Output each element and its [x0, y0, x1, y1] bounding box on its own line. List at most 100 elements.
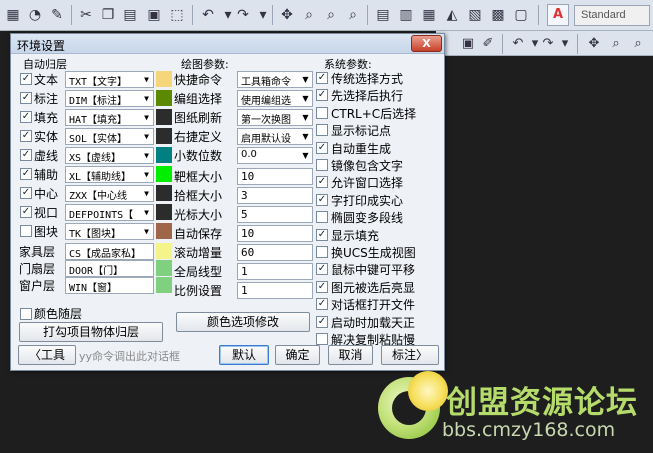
layer-checkbox[interactable]: ✓	[20, 149, 32, 161]
pan-icon[interactable]: ✥	[584, 33, 604, 53]
layer-checkbox[interactable]: ✓	[20, 168, 32, 180]
param-select[interactable]: 启用默认设 ▼	[237, 128, 313, 145]
ok-button[interactable]: 确定	[275, 345, 320, 365]
sheet-set-icon[interactable]: ◭	[442, 5, 462, 25]
layer-select[interactable]: ZXX【中心线 ▼	[65, 185, 154, 202]
chevron-down-icon[interactable]: ▼	[140, 186, 153, 201]
cut-icon[interactable]: ✂	[76, 5, 96, 25]
layer-color-swatch[interactable]	[156, 109, 172, 125]
design-center-icon[interactable]: ▥	[396, 5, 416, 25]
param-input[interactable]: 1	[237, 263, 313, 280]
layer-icon[interactable]: ▦	[3, 5, 23, 25]
text-style-icon[interactable]: A	[547, 4, 569, 26]
dialog-titlebar[interactable]: 环境设置 X	[11, 34, 444, 54]
system-option-checkbox[interactable]: ✓	[316, 176, 328, 189]
layer-name-input[interactable]: CS【成品家私】	[65, 243, 154, 260]
system-option-checkbox[interactable]	[316, 124, 328, 137]
layer-color-swatch[interactable]	[156, 223, 172, 239]
zoom-window-icon[interactable]: ⌕	[628, 33, 648, 53]
paste-special-icon[interactable]: ▣	[458, 33, 478, 53]
redo-dropdown-icon[interactable]: ▾	[253, 5, 273, 25]
chevron-down-icon[interactable]: ▼	[299, 129, 312, 144]
tool-palettes-icon[interactable]: ▦	[419, 5, 439, 25]
layer-color-swatch[interactable]	[156, 71, 172, 87]
system-option-checkbox[interactable]	[316, 159, 328, 171]
layer-color-swatch[interactable]	[156, 260, 172, 276]
chevron-down-icon[interactable]: ▼	[140, 129, 153, 144]
chevron-down-icon[interactable]: ▼	[140, 110, 153, 125]
system-option-checkbox[interactable]: ✓	[316, 228, 328, 241]
text-style-select[interactable]: Standard	[574, 5, 650, 26]
match-properties-icon[interactable]: ✐	[478, 33, 498, 53]
redo-icon[interactable]: ↷	[233, 5, 253, 25]
system-option-checkbox[interactable]	[316, 246, 328, 258]
properties-icon[interactable]: ▤	[373, 5, 393, 25]
chevron-down-icon[interactable]: ▼	[299, 110, 312, 125]
layer-select[interactable]: TK【图块】 ▼	[65, 223, 154, 240]
layer-color-swatch[interactable]	[156, 243, 172, 259]
layer-select[interactable]: XS【虚线】 ▼	[65, 147, 154, 164]
param-select[interactable]: 第一次换图 ▼	[237, 109, 313, 126]
chevron-down-icon[interactable]: ▼	[140, 167, 153, 182]
system-option-checkbox[interactable]: ✓	[316, 298, 328, 311]
match-properties-icon[interactable]: ⬚	[167, 5, 187, 25]
system-option-checkbox[interactable]	[316, 333, 328, 345]
paste-special-icon[interactable]: ▣	[144, 5, 164, 25]
layer-color-swatch[interactable]	[156, 204, 172, 220]
publish-icon[interactable]: ◔	[25, 5, 45, 25]
param-input[interactable]: 60	[237, 244, 313, 261]
layer-color-swatch[interactable]	[156, 185, 172, 201]
layer-checkbox[interactable]: ✓	[20, 111, 32, 123]
system-option-checkbox[interactable]	[316, 106, 328, 119]
system-option-checkbox[interactable]	[316, 211, 328, 224]
layer-color-swatch[interactable]	[156, 277, 172, 293]
chevron-down-icon[interactable]: ▼	[140, 72, 153, 87]
param-input[interactable]: 1	[237, 282, 313, 299]
cancel-button[interactable]: 取消	[328, 345, 373, 365]
zoom-previous-icon[interactable]: ⌕	[343, 5, 363, 25]
paste-icon[interactable]: ▤	[120, 5, 140, 25]
redo-dropdown-icon[interactable]: ▾	[555, 33, 575, 53]
system-option-checkbox[interactable]: ✓	[316, 315, 328, 328]
color-options-button[interactable]: 颜色选项修改	[176, 312, 310, 332]
zoom-realtime-icon[interactable]: ⌕	[606, 33, 626, 53]
param-select[interactable]: 工具箱命令 ▼	[237, 71, 313, 88]
calculator-icon[interactable]: ▩	[488, 5, 508, 25]
chevron-down-icon[interactable]: ▼	[140, 91, 153, 106]
param-input[interactable]: 10	[237, 225, 313, 242]
system-option-checkbox[interactable]: ✓	[316, 280, 328, 293]
next-dimension-button[interactable]: 标注〉	[381, 345, 439, 365]
layer-select[interactable]: XL【辅助线】 ▼	[65, 166, 154, 183]
layer-checkbox[interactable]: ✓	[20, 206, 32, 218]
chevron-down-icon[interactable]: ▼	[299, 72, 312, 87]
system-option-checkbox[interactable]: ✓	[316, 72, 328, 84]
param-select[interactable]: 使用编组选 ▼	[237, 90, 313, 107]
layer-color-swatch[interactable]	[156, 147, 172, 163]
system-option-checkbox[interactable]: ✓	[316, 141, 328, 154]
layer-select[interactable]: TXT【文字】 ▼	[65, 71, 154, 88]
dbconnect-icon[interactable]: ▢	[511, 5, 531, 25]
zoom-window-icon[interactable]: ⌕	[321, 5, 341, 25]
layer-name-input[interactable]: WIN【窗】	[65, 277, 154, 294]
chevron-down-icon[interactable]: ▼	[299, 91, 312, 106]
default-button[interactable]: 默认	[219, 345, 269, 365]
param-select[interactable]: 0.0 ▼	[237, 147, 313, 164]
edit-icon[interactable]: ✎	[47, 5, 67, 25]
layer-color-swatch[interactable]	[156, 166, 172, 182]
prev-tools-button[interactable]: 〈工具	[18, 345, 76, 365]
system-option-checkbox[interactable]: ✓	[316, 193, 328, 206]
param-input[interactable]: 5	[237, 206, 313, 223]
markup-icon[interactable]: ▧	[465, 5, 485, 25]
chevron-down-icon[interactable]: ▼	[299, 148, 312, 163]
param-input[interactable]: 10	[237, 168, 313, 185]
layer-select[interactable]: SOL【实体】 ▼	[65, 128, 154, 145]
apply-layer-button[interactable]: 打勾项目物体归层	[19, 322, 163, 342]
close-button[interactable]: X	[411, 35, 442, 52]
zoom-realtime-icon[interactable]: ⌕	[299, 5, 319, 25]
chevron-down-icon[interactable]: ▼	[140, 148, 153, 163]
layer-color-swatch[interactable]	[156, 90, 172, 106]
layer-checkbox[interactable]: ✓	[20, 130, 32, 142]
layer-checkbox[interactable]: ✓	[20, 73, 32, 85]
layer-checkbox[interactable]: ✓	[20, 92, 32, 104]
pan-icon[interactable]: ✥	[277, 5, 297, 25]
